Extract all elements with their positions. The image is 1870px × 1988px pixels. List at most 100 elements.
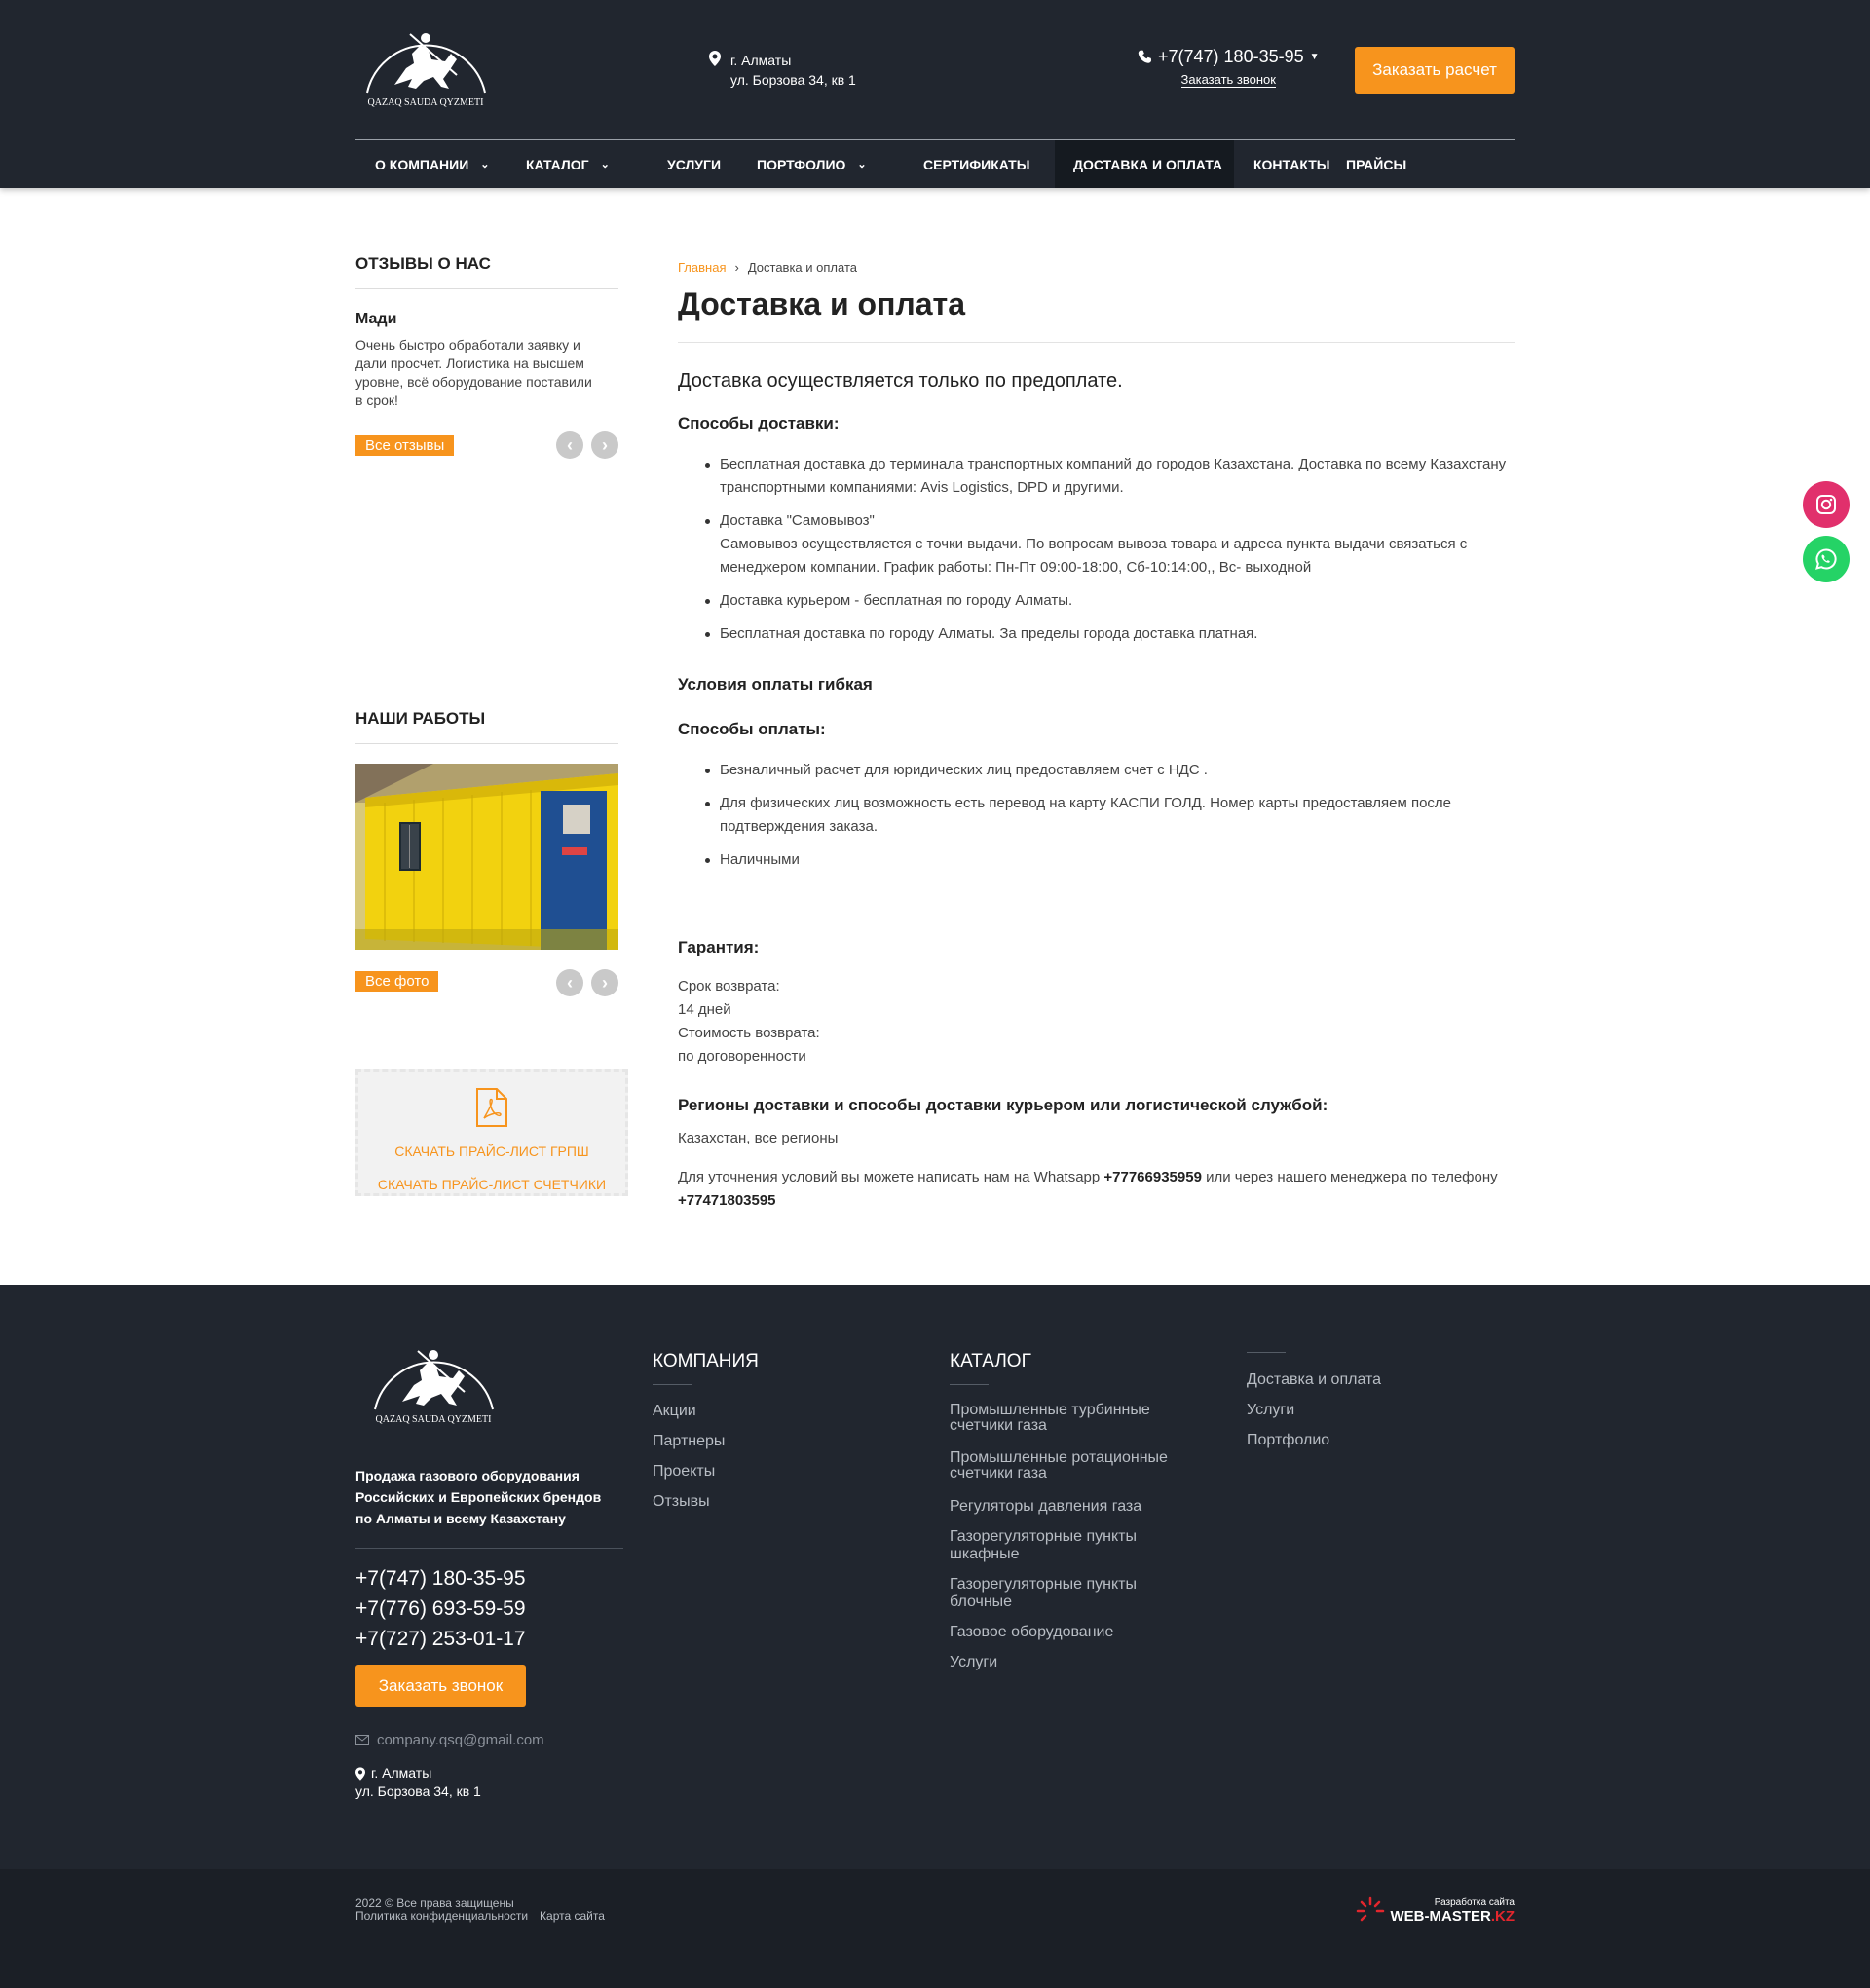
footer-catalog-title: КАТАЛОГ <box>950 1351 1031 1371</box>
header-street: ул. Борзова 34, кв 1 <box>730 72 856 88</box>
whatsapp-number[interactable]: +77766935959 <box>1103 1169 1202 1185</box>
guarantee-line: 14 дней <box>678 1001 731 1018</box>
page-title: Доставка и оплата <box>678 286 1515 343</box>
nav-item-prices[interactable]: ПРАЙСЫ <box>1346 140 1443 188</box>
instagram-icon <box>1816 495 1836 514</box>
header-phone-number: +7(747) 180-35-95 <box>1158 47 1304 66</box>
footer-link[interactable]: Промышленные турбинные счетчики газа <box>950 1403 1164 1434</box>
lead-text: Доставка осуществляется только по предоп… <box>678 370 1123 392</box>
contact-mid: или через нашего менеджера по телефону <box>1201 1169 1498 1185</box>
manager-phone[interactable]: +77471803595 <box>678 1192 776 1209</box>
envelope-icon <box>355 1735 369 1745</box>
footer-link[interactable]: Партнеры <box>653 1433 759 1450</box>
instagram-button[interactable] <box>1803 481 1850 528</box>
nav-item-delivery[interactable]: ДОСТАВКА И ОПЛАТА <box>1055 140 1234 188</box>
footer-phone[interactable]: +7(747) 180-35-95 <box>355 1563 526 1594</box>
all-reviews-link[interactable]: Все отзывы <box>355 435 455 456</box>
nav-label: СЕРТИФИКАТЫ <box>923 156 1030 172</box>
site-header: QAZAQ SAUDA QYZMETI г. Алматы ул. Борзов… <box>0 0 1870 188</box>
callback-link[interactable]: Заказать звонок <box>1180 73 1276 88</box>
footer-link[interactable]: Акции <box>653 1403 759 1420</box>
arrow-left-icon[interactable]: ‹ <box>556 431 583 459</box>
breadcrumb: Главная › Доставка и оплата <box>678 260 1515 275</box>
header-phone-block: +7(747) 180-35-95 ▼ Заказать звонок <box>1138 47 1320 89</box>
list-item: Наличными <box>705 848 1515 872</box>
footer-logo[interactable]: QAZAQ SAUDA QYZMETI <box>363 1341 505 1434</box>
nav-label: КОНТАКТЫ <box>1253 156 1330 172</box>
starburst-icon <box>1356 1896 1384 1922</box>
dev-name: WEB-MASTER <box>1390 1908 1491 1925</box>
order-calculation-button[interactable]: Заказать расчет <box>1355 47 1515 94</box>
nav-item-certificates[interactable]: СЕРТИФИКАТЫ <box>923 140 1055 188</box>
footer-phone[interactable]: +7(776) 693-59-59 <box>355 1594 526 1624</box>
arrow-right-icon[interactable]: › <box>591 969 618 996</box>
nav-label: ПРАЙСЫ <box>1346 156 1407 172</box>
footer-city: г. Алматы <box>371 1765 432 1781</box>
regions-title: Регионы доставки и способы доставки курь… <box>678 1096 1328 1114</box>
delivery-list: Бесплатная доставка до терминала транспо… <box>705 453 1515 646</box>
footer-link[interactable]: Газорегуляторные пункты шкафные <box>950 1528 1183 1563</box>
guarantee-line: по договоренности <box>678 1048 806 1065</box>
footer-link[interactable]: Промышленные ротационные счетчики газа <box>950 1450 1183 1482</box>
footer-callback-button[interactable]: Заказать звонок <box>355 1665 526 1707</box>
list-item: Доставка курьером - бесплатная по городу… <box>705 589 1515 613</box>
regions-text: Казахстан, все регионы <box>678 1130 839 1146</box>
arrow-right-icon[interactable]: › <box>591 431 618 459</box>
footer-link[interactable]: Проекты <box>653 1463 759 1481</box>
chevron-down-icon[interactable]: ▼ <box>1310 52 1320 62</box>
footer-link[interactable]: Услуги <box>1247 1402 1381 1419</box>
footer-link[interactable]: Доставка и оплата <box>1247 1371 1381 1389</box>
sitemap-link[interactable]: Карта сайта <box>540 1909 605 1923</box>
price-list-grpsh-link[interactable]: СКАЧАТЬ ПРАЙС-ЛИСТ ГРПШ <box>358 1144 625 1159</box>
footer-link[interactable]: Регуляторы давления газа <box>950 1498 1183 1516</box>
footer-catalog-column: КАТАЛОГ Промышленные турбинные счетчики … <box>950 1351 1183 1671</box>
nav-item-catalog[interactable]: КАТАЛОГ ⌄ <box>526 140 667 188</box>
arrow-left-icon[interactable]: ‹ <box>556 969 583 996</box>
payment-flex-title: Условия оплаты гибкая <box>678 675 873 694</box>
list-item-title: Доставка "Самовывоз" <box>720 512 875 529</box>
footer-address: г. Алматы ул. Борзова 34, кв 1 <box>355 1764 481 1801</box>
breadcrumb-home[interactable]: Главная <box>678 260 726 275</box>
whatsapp-button[interactable] <box>1803 536 1850 582</box>
dev-tld: .KZ <box>1490 1908 1515 1925</box>
list-item-detail: Самовывоз осуществляется с точки выдачи.… <box>720 536 1468 576</box>
nav-label: О КОМПАНИИ <box>375 156 469 172</box>
privacy-link[interactable]: Политика конфиденциальности <box>355 1909 528 1923</box>
chevron-down-icon: ⌄ <box>857 159 867 170</box>
site-logo[interactable]: QAZAQ SAUDA QYZMETI <box>355 24 497 112</box>
work-photo[interactable] <box>355 764 618 950</box>
map-pin-icon <box>709 51 721 66</box>
list-item: Бесплатная доставка по городу Алматы. За… <box>705 622 1515 646</box>
developer-badge[interactable]: Разработка сайта WEB-MASTER.KZ <box>1356 1896 1515 1926</box>
nav-item-portfolio[interactable]: ПОРТФОЛИО ⌄ <box>757 140 923 188</box>
contact-note: Для уточнения условий вы можете написать… <box>678 1166 1515 1213</box>
footer-link[interactable]: Услуги <box>950 1654 1183 1671</box>
chevron-down-icon: ⌄ <box>600 159 610 170</box>
footer-divider <box>355 1548 623 1549</box>
content-area: ОТЗЫВЫ О НАС Мади Очень быстро обработал… <box>355 188 1515 1285</box>
nav-item-about[interactable]: О КОМПАНИИ ⌄ <box>355 140 526 188</box>
header-phone[interactable]: +7(747) 180-35-95 ▼ <box>1138 47 1320 67</box>
footer-email[interactable]: company.qsq@gmail.com <box>355 1732 544 1748</box>
footer-extra-column: Доставка и оплата Услуги Портфолио <box>1247 1352 1381 1449</box>
nav-label: КАТАЛОГ <box>526 156 589 172</box>
footer-link[interactable]: Отзывы <box>653 1493 759 1511</box>
works-slider-arrows: ‹ › <box>556 969 618 996</box>
footer-about: Продажа газового оборудования Российских… <box>355 1468 602 1526</box>
footer-link[interactable]: Портфолио <box>1247 1432 1381 1449</box>
whatsapp-icon <box>1815 548 1837 570</box>
nav-item-contacts[interactable]: КОНТАКТЫ <box>1234 140 1346 188</box>
price-list-meters-link[interactable]: СКАЧАТЬ ПРАЙС-ЛИСТ СЧЕТЧИКИ <box>358 1177 625 1192</box>
list-item: Безналичный расчет для юридических лиц п… <box>705 759 1515 782</box>
all-photos-link[interactable]: Все фото <box>355 971 439 992</box>
footer-phone[interactable]: +7(727) 253-01-17 <box>355 1624 526 1654</box>
copyright-block: 2022 © Все права защищены Политика конфи… <box>355 1897 605 1923</box>
main-nav: О КОМПАНИИ ⌄ КАТАЛОГ ⌄ УСЛУГИ ПОРТФОЛИО ⌄ С… <box>355 140 1515 188</box>
nav-item-services[interactable]: УСЛУГИ <box>667 140 757 188</box>
footer-title-dash <box>1247 1352 1286 1353</box>
chevron-down-icon: ⌄ <box>480 159 490 170</box>
footer-link[interactable]: Газовое оборудование <box>950 1624 1183 1641</box>
list-item: Бесплатная доставка до терминала транспо… <box>705 453 1515 500</box>
guarantee-line: Срок возврата: <box>678 978 780 994</box>
footer-link[interactable]: Газорегуляторные пункты блочные <box>950 1576 1183 1611</box>
